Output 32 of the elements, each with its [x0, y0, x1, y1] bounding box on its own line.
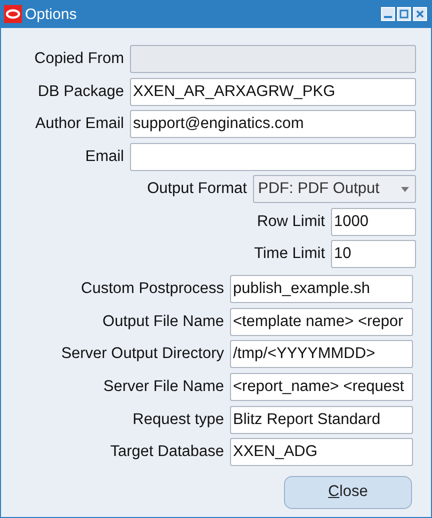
input-field[interactable]: XXEN_ADG: [230, 438, 413, 466]
field-label: Output File Name: [102, 312, 225, 331]
maximize-icon[interactable]: [397, 7, 411, 21]
field-label: Copied From: [33, 50, 125, 68]
field-label: Server File Name: [102, 378, 225, 396]
input-field[interactable]: support@enginatics.com: [130, 110, 416, 138]
field-label: Row Limit: [256, 212, 326, 231]
input-field[interactable]: /tmp/<YYYYMMDD>: [230, 340, 413, 368]
window-title: Options: [25, 6, 78, 22]
output-format-dropdown[interactable]: PDF: PDF Output: [253, 175, 416, 204]
input-field[interactable]: Blitz Report Standard: [230, 406, 413, 434]
field-label: DB Package: [36, 82, 125, 101]
minimize-icon[interactable]: [381, 7, 395, 21]
field-label: Author Email: [34, 115, 125, 134]
field-label: Custom Postprocess: [80, 280, 225, 298]
input-field[interactable]: 1000: [331, 208, 416, 236]
field-label: Target Database: [109, 443, 225, 462]
close-icon[interactable]: [413, 7, 427, 21]
input-field[interactable]: <report_name> <request: [230, 372, 413, 401]
field-label: Time Limit: [253, 245, 326, 264]
close-button[interactable]: Close: [284, 476, 412, 509]
ring-icon: [4, 5, 22, 23]
input-field[interactable]: <template name> <repor: [230, 308, 413, 336]
input-field[interactable]: XXEN_AR_ARXAGRW_PKG: [130, 78, 416, 106]
caret-icon: [401, 186, 409, 192]
input-field[interactable]: [130, 142, 416, 171]
input-field[interactable]: publish_example.sh: [230, 274, 413, 303]
field-label: Server Output Directory: [60, 345, 225, 364]
field-label: Request type: [132, 410, 225, 429]
field-label: Email: [84, 148, 125, 166]
field-label: Output Format: [146, 180, 248, 198]
input-field[interactable]: 10: [331, 240, 416, 268]
